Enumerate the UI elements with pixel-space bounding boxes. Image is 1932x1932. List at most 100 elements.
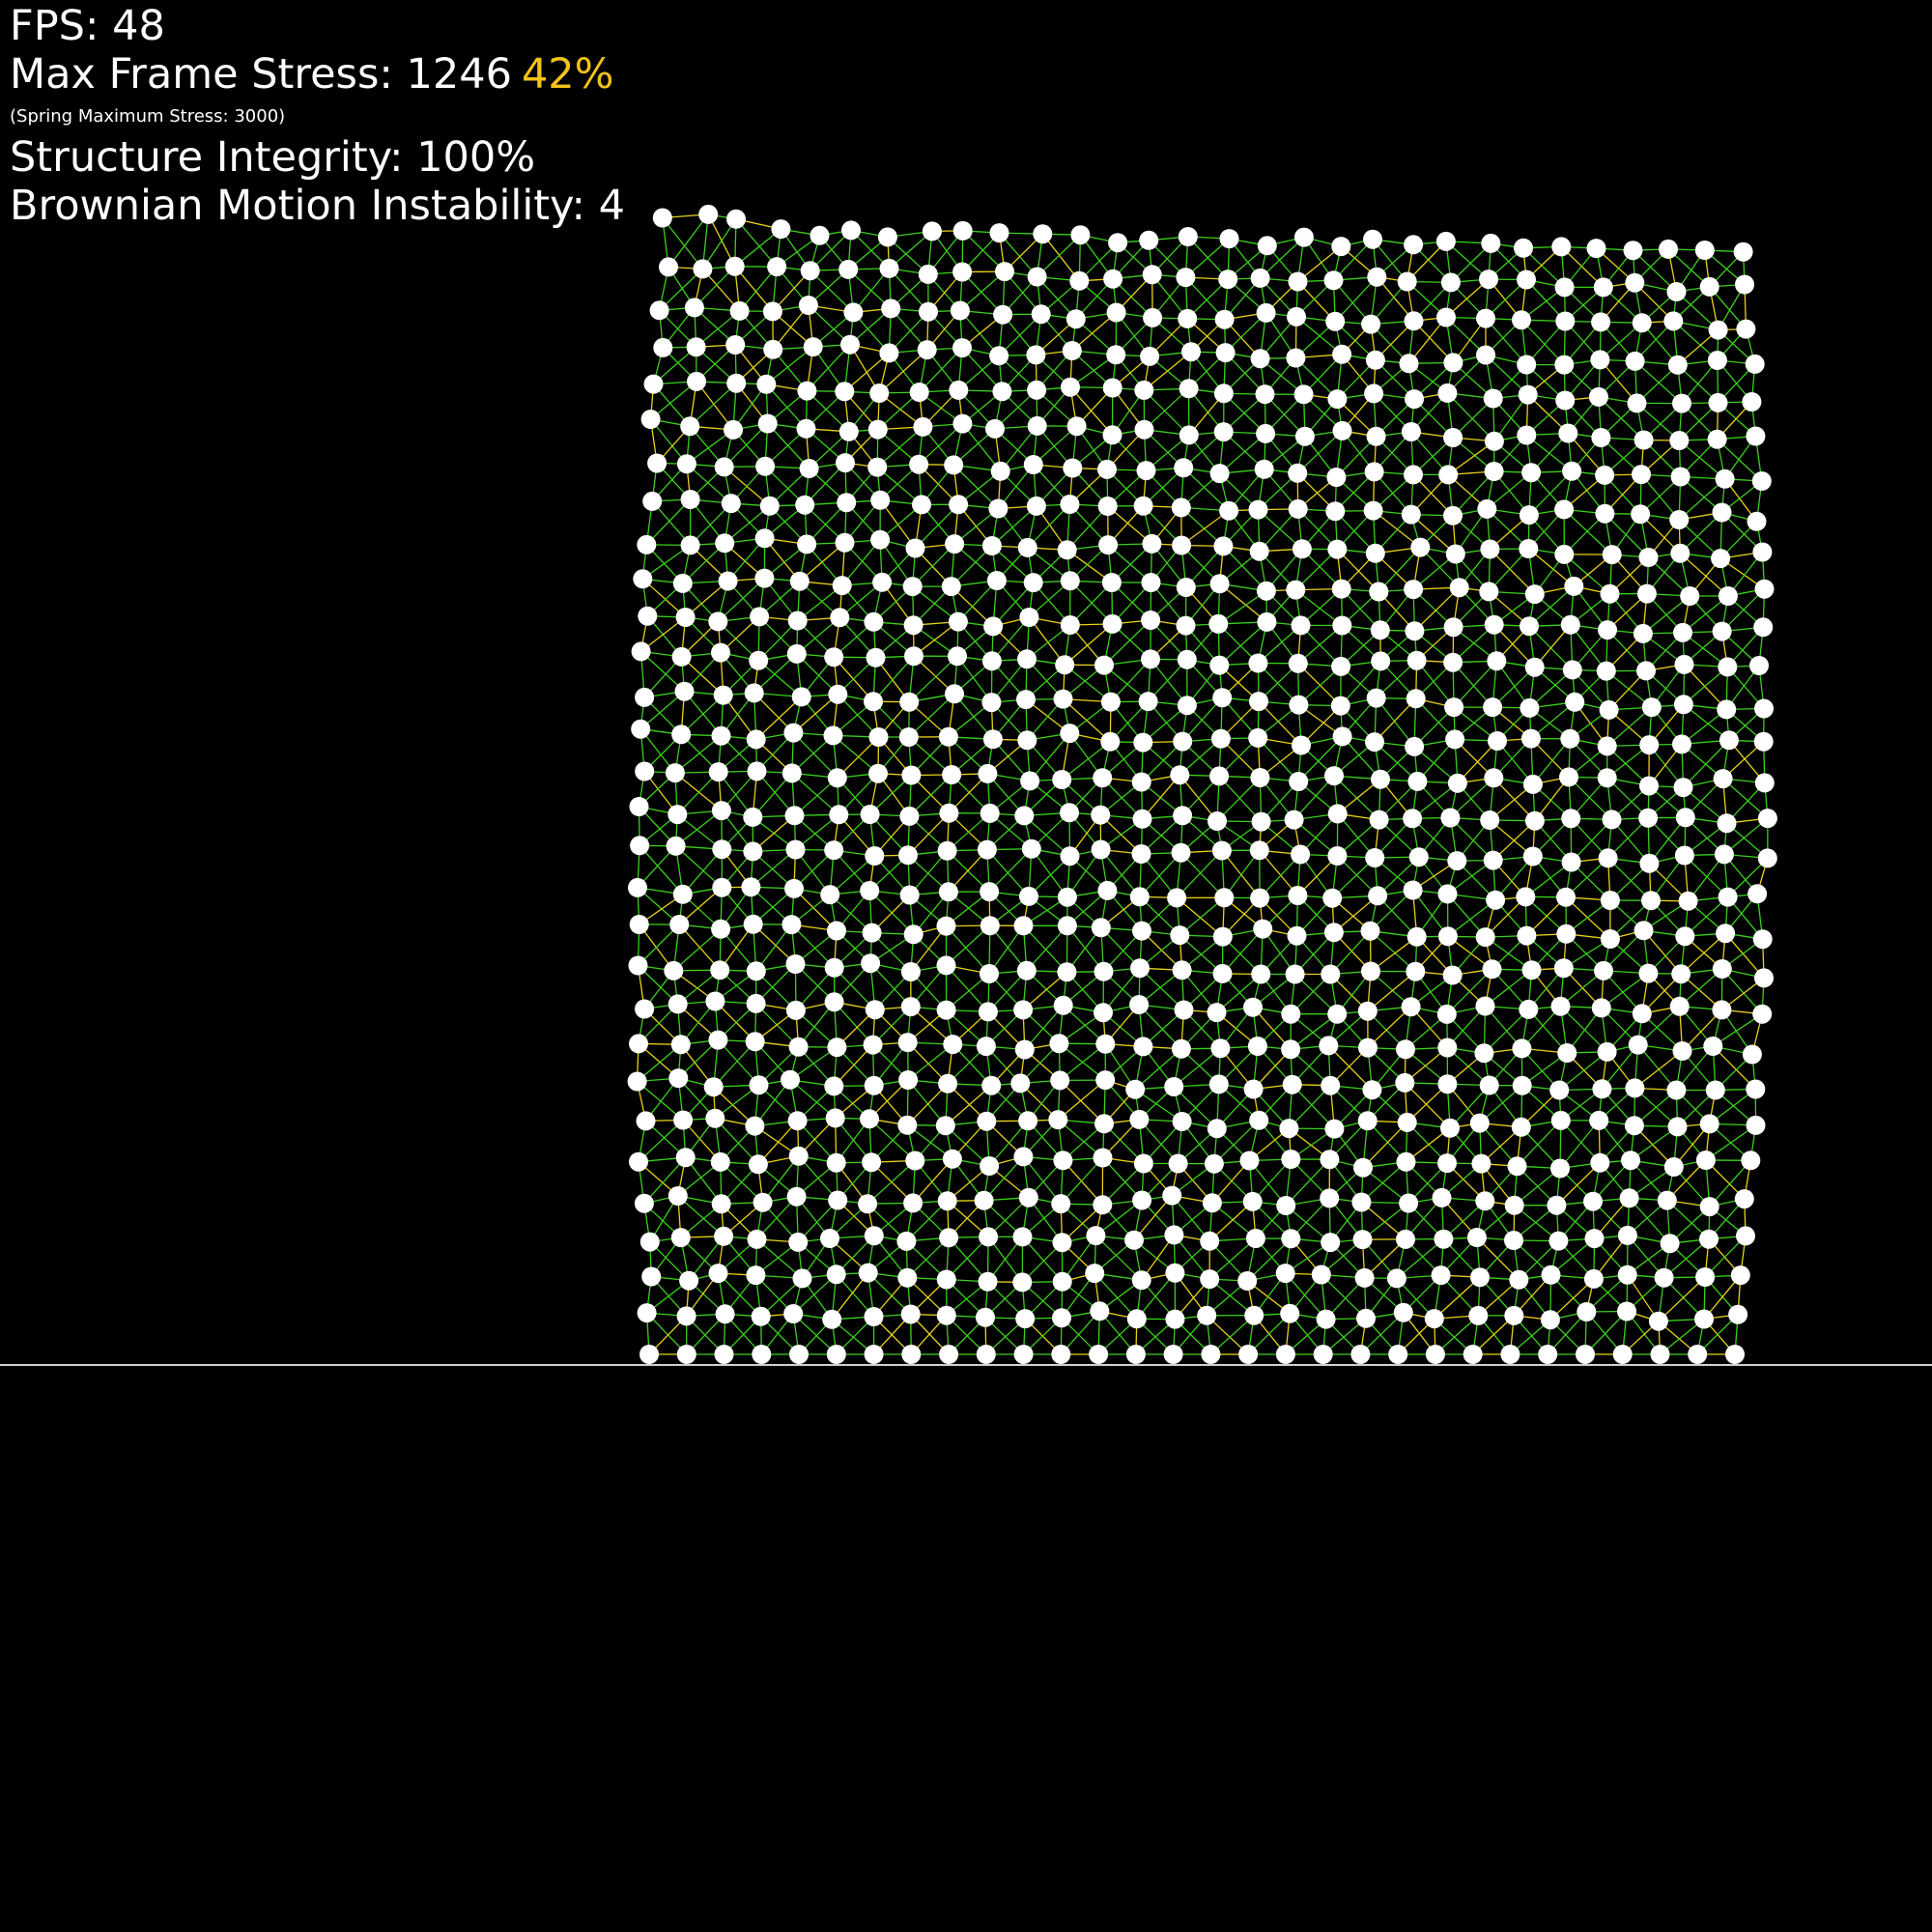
mass-node[interactable] <box>637 534 657 554</box>
mass-node[interactable] <box>1406 961 1426 981</box>
mass-node[interactable] <box>1482 959 1502 980</box>
mass-node[interactable] <box>1281 1004 1301 1024</box>
mass-node[interactable] <box>1481 233 1501 253</box>
mass-node[interactable] <box>1331 579 1351 599</box>
mass-node[interactable] <box>1591 428 1611 447</box>
mass-node[interactable] <box>714 457 734 477</box>
mass-node[interactable] <box>942 765 962 784</box>
mass-node[interactable] <box>1476 345 1495 365</box>
mass-node[interactable] <box>1164 1225 1184 1245</box>
mass-node[interactable] <box>1018 1187 1038 1208</box>
mass-node[interactable] <box>789 571 810 591</box>
mass-node[interactable] <box>1554 544 1575 564</box>
mass-node[interactable] <box>824 1076 844 1096</box>
mass-node[interactable] <box>1210 728 1231 749</box>
mass-node[interactable] <box>797 381 817 401</box>
mass-node[interactable] <box>952 338 972 358</box>
mass-node[interactable] <box>1636 661 1656 681</box>
mass-node[interactable] <box>1564 576 1584 596</box>
mass-node[interactable] <box>1133 496 1153 516</box>
mass-node[interactable] <box>941 577 961 597</box>
mass-node[interactable] <box>1672 393 1691 413</box>
mass-node[interactable] <box>1484 768 1504 788</box>
mass-node[interactable] <box>1712 621 1732 641</box>
mass-node[interactable] <box>1015 1309 1036 1329</box>
mass-node[interactable] <box>1052 770 1072 789</box>
mass-node[interactable] <box>708 762 728 782</box>
mass-node[interactable] <box>1520 616 1539 637</box>
mass-node[interactable] <box>1484 462 1504 481</box>
mass-node[interactable] <box>860 1109 879 1129</box>
mass-node[interactable] <box>983 616 1004 637</box>
mass-node[interactable] <box>670 1228 691 1248</box>
mass-node[interactable] <box>1106 345 1126 365</box>
mass-node[interactable] <box>1699 1114 1719 1134</box>
mass-node[interactable] <box>1124 1230 1144 1250</box>
mass-node[interactable] <box>976 1307 995 1327</box>
mass-node[interactable] <box>900 1304 921 1324</box>
mass-node[interactable] <box>631 641 651 662</box>
mass-node[interactable] <box>1321 1075 1341 1095</box>
mass-node[interactable] <box>1351 1192 1372 1212</box>
mass-node[interactable] <box>1632 465 1651 485</box>
mass-node[interactable] <box>783 1304 804 1323</box>
mass-node[interactable] <box>743 841 763 862</box>
mass-node[interactable] <box>1091 839 1111 860</box>
mass-node[interactable] <box>1538 1345 1558 1364</box>
mass-node[interactable] <box>843 302 864 323</box>
mass-node[interactable] <box>1437 1074 1458 1094</box>
mass-node[interactable] <box>1316 1309 1336 1329</box>
mass-node[interactable] <box>1632 313 1652 333</box>
mass-node[interactable] <box>630 836 650 856</box>
mass-node[interactable] <box>672 884 693 904</box>
mass-node[interactable] <box>796 418 816 439</box>
mass-node[interactable] <box>1213 422 1234 442</box>
mass-node[interactable] <box>1594 960 1613 980</box>
mass-node[interactable] <box>673 1110 694 1130</box>
mass-node[interactable] <box>828 684 848 704</box>
mass-node[interactable] <box>1050 1070 1070 1091</box>
mass-node[interactable] <box>1286 580 1306 600</box>
mass-node[interactable] <box>1129 887 1150 907</box>
mass-node[interactable] <box>905 1151 925 1171</box>
mass-node[interactable] <box>1577 1302 1597 1321</box>
mass-node[interactable] <box>1705 1080 1725 1100</box>
mass-node[interactable] <box>799 459 819 478</box>
mass-node[interactable] <box>635 687 655 707</box>
mass-node[interactable] <box>636 1111 656 1131</box>
mass-node[interactable] <box>978 1002 998 1022</box>
mass-node[interactable] <box>903 924 923 945</box>
mass-node[interactable] <box>1086 1226 1106 1246</box>
mass-node[interactable] <box>708 1264 728 1284</box>
mass-node[interactable] <box>1143 307 1163 327</box>
mass-node[interactable] <box>788 1037 809 1057</box>
mass-node[interactable] <box>1218 270 1238 290</box>
mass-node[interactable] <box>1102 378 1122 398</box>
mass-node[interactable] <box>1597 736 1617 756</box>
mass-node[interactable] <box>1742 1044 1762 1065</box>
mass-node[interactable] <box>1321 964 1341 984</box>
mass-node[interactable] <box>1053 995 1073 1015</box>
mass-node[interactable] <box>899 885 920 905</box>
mass-node[interactable] <box>840 334 860 355</box>
mass-node[interactable] <box>1714 844 1734 865</box>
mass-node[interactable] <box>1549 1080 1570 1100</box>
mass-node[interactable] <box>1659 239 1678 259</box>
mass-node[interactable] <box>1517 355 1537 375</box>
mass-node[interactable] <box>1678 891 1698 911</box>
mass-node[interactable] <box>938 882 958 902</box>
mass-node[interactable] <box>1443 428 1463 447</box>
mass-node[interactable] <box>1250 349 1270 369</box>
mass-node[interactable] <box>745 1032 765 1052</box>
mass-node[interactable] <box>1520 697 1540 718</box>
mass-node[interactable] <box>828 1190 848 1210</box>
mass-node[interactable] <box>1281 1150 1301 1169</box>
mass-node[interactable] <box>1670 543 1690 563</box>
mass-node[interactable] <box>686 337 706 357</box>
mass-node[interactable] <box>1401 997 1421 1017</box>
mass-node[interactable] <box>1407 771 1428 791</box>
mass-node[interactable] <box>1018 1111 1038 1131</box>
mass-node[interactable] <box>708 611 728 632</box>
mass-node[interactable] <box>1401 422 1421 441</box>
mass-node[interactable] <box>1742 392 1762 412</box>
